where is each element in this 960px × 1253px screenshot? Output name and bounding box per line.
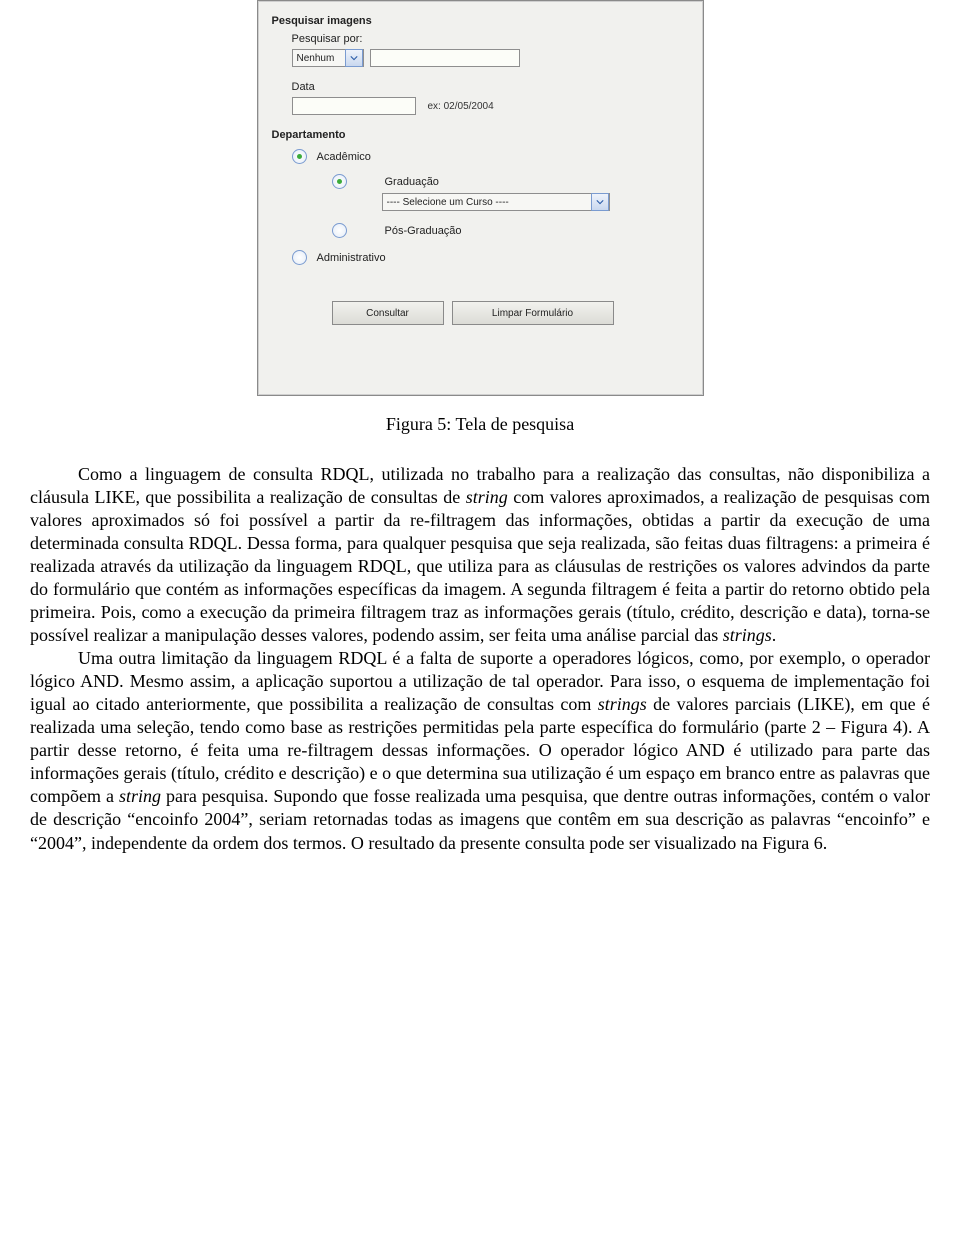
body-text: Como a linguagem de consulta RDQL, utili… bbox=[30, 463, 930, 855]
data-label: Data bbox=[292, 81, 689, 93]
radio-pos-graduacao-label: Pós-Graduação bbox=[385, 225, 462, 237]
chevron-down-icon[interactable] bbox=[345, 49, 363, 67]
curso-select[interactable]: ---- Selecione um Curso ---- bbox=[382, 193, 610, 211]
pesquisar-por-label: Pesquisar por: bbox=[292, 33, 689, 45]
radio-academico[interactable] bbox=[292, 149, 307, 164]
limpar-button[interactable]: Limpar Formulário bbox=[452, 301, 614, 325]
radio-graduacao[interactable] bbox=[332, 174, 347, 189]
radio-dot-icon bbox=[297, 154, 302, 159]
p1-italic-string: string bbox=[466, 487, 508, 507]
figure-caption: Figura 5: Tela de pesquisa bbox=[30, 414, 930, 435]
form-title: Pesquisar imagens bbox=[272, 15, 689, 27]
paragraph-2: Uma outra limitação da linguagem RDQL é … bbox=[30, 647, 930, 854]
radio-graduacao-label: Graduação bbox=[385, 176, 439, 188]
pesquisar-por-select[interactable]: Nenhum bbox=[292, 49, 364, 67]
pesquisar-value-input[interactable] bbox=[370, 49, 520, 67]
radio-administrativo[interactable] bbox=[292, 250, 307, 265]
form-screenshot: Pesquisar imagens Pesquisar por: Nenhum bbox=[30, 0, 930, 396]
radio-administrativo-label: Administrativo bbox=[317, 252, 386, 264]
data-input[interactable] bbox=[292, 97, 416, 115]
pesquisar-por-value: Nenhum bbox=[297, 53, 343, 64]
p2-italic-string: string bbox=[119, 786, 161, 806]
departamento-label: Departamento bbox=[272, 129, 689, 141]
p2-italic-strings: strings bbox=[598, 694, 647, 714]
paragraph-1: Como a linguagem de consulta RDQL, utili… bbox=[30, 463, 930, 647]
radio-academico-label: Acadêmico bbox=[317, 151, 371, 163]
radio-pos-graduacao[interactable] bbox=[332, 223, 347, 238]
app-window: Pesquisar imagens Pesquisar por: Nenhum bbox=[257, 0, 704, 396]
radio-dot-icon bbox=[337, 179, 342, 184]
chevron-down-icon[interactable] bbox=[591, 193, 609, 211]
p1-part-c: . bbox=[772, 625, 777, 645]
p1-italic-strings: strings bbox=[723, 625, 772, 645]
p2-part-c: para pesquisa. Supondo que fosse realiza… bbox=[30, 786, 930, 852]
consultar-button[interactable]: Consultar bbox=[332, 301, 444, 325]
data-hint: ex: 02/05/2004 bbox=[428, 101, 494, 112]
p1-part-b: com valores aproximados, a realização de… bbox=[30, 487, 930, 645]
curso-select-value: ---- Selecione um Curso ---- bbox=[387, 197, 589, 208]
